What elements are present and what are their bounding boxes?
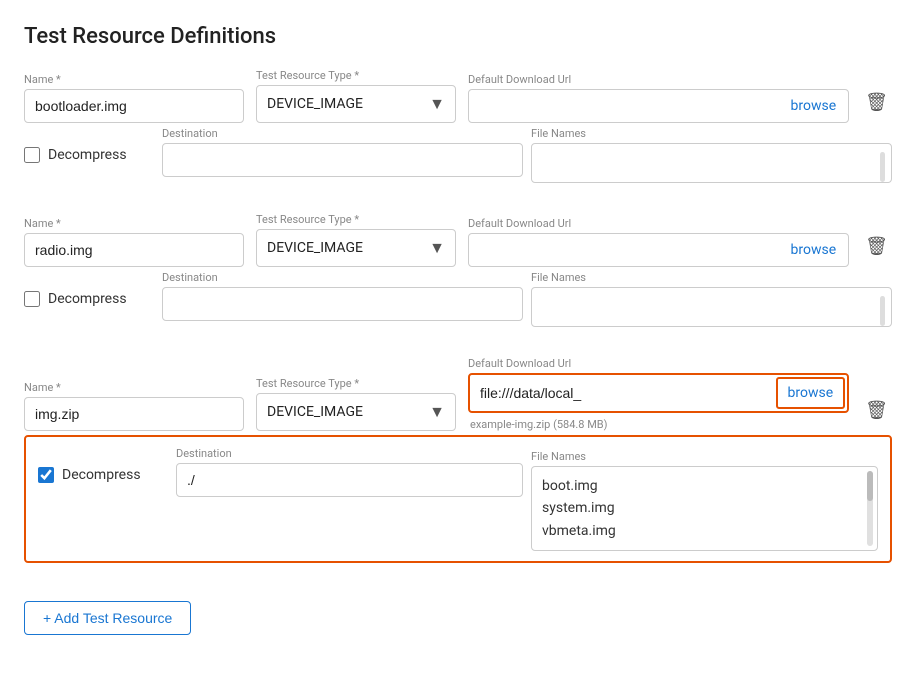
trash-icon: 🗑 <box>865 400 888 421</box>
delete-button-2[interactable]: 🗑 <box>861 228 892 265</box>
filenames-label-1: File Names <box>531 127 892 140</box>
filenames-content-3: boot.imgsystem.imgvbmeta.img <box>531 466 878 551</box>
destination-label-1: Destination <box>162 127 523 140</box>
decompress-row-3: Decompress Destination File Names boot.im… <box>24 435 892 563</box>
filenames-area-3: File Names boot.imgsystem.imgvbmeta.img <box>531 447 878 551</box>
decompress-checkbox-area-1: Decompress <box>24 147 154 163</box>
name-input-3[interactable] <box>24 397 244 431</box>
resource-section-1: Name * Test Resource Type * DEVICE_IMAGE… <box>24 69 892 205</box>
download-url-inner-1: browse <box>468 89 849 123</box>
name-label: Name * <box>24 381 244 394</box>
decompress-row-1: Decompress Destination File Names <box>24 127 892 187</box>
filename-item: system.img <box>542 497 859 519</box>
decompress-row-2: Decompress Destination File Names <box>24 271 892 331</box>
add-resource-button[interactable]: + Add Test Resource <box>24 601 191 635</box>
resource-type-field-3: Test Resource Type * DEVICE_IMAGE ▼ <box>256 377 456 431</box>
trash-icon: 🗑 <box>865 92 888 113</box>
decompress-label-3: Decompress <box>62 467 141 483</box>
download-url-label: Default Download Url <box>468 73 849 86</box>
filenames-label-3: File Names <box>531 450 878 463</box>
destination-area-2: Destination <box>162 271 523 321</box>
dropdown-arrow-icon: ▼ <box>429 94 445 114</box>
decompress-checkbox-area-3: Decompress <box>38 467 168 483</box>
destination-input-3[interactable] <box>176 463 523 497</box>
download-url-input-1[interactable] <box>469 90 779 122</box>
delete-button-1[interactable]: 🗑 <box>861 84 892 121</box>
file-hint-3: example-img.zip (584.8 MB) <box>470 418 849 431</box>
browse-link-2[interactable]: browse <box>779 234 849 266</box>
download-url-inner-3: browse <box>468 373 849 413</box>
filenames-scrollbar-3[interactable] <box>867 471 873 546</box>
filenames-empty-indicator-2 <box>880 296 885 326</box>
download-url-field-3: Default Download Url browse example-img.… <box>468 357 849 431</box>
filenames-scrollbar-thumb-3 <box>867 471 873 501</box>
decompress-checkbox-3[interactable] <box>38 467 54 483</box>
dropdown-arrow-icon: ▼ <box>429 402 445 422</box>
download-url-input-3[interactable] <box>470 377 774 409</box>
resource-type-field-1: Test Resource Type * DEVICE_IMAGE ▼ <box>256 69 456 123</box>
download-url-label: Default Download Url <box>468 357 849 370</box>
resource-type-label: Test Resource Type * <box>256 213 456 226</box>
filename-item: boot.img <box>542 475 859 497</box>
resource-type-value-3: DEVICE_IMAGE <box>267 404 363 420</box>
filenames-area-1: File Names <box>531 127 892 183</box>
filenames-content-1 <box>531 143 892 183</box>
decompress-row-inner-3: Decompress Destination File Names boot.im… <box>38 447 878 551</box>
filenames-label-2: File Names <box>531 271 892 284</box>
filenames-content-2 <box>531 287 892 327</box>
resource-type-select-2[interactable]: DEVICE_IMAGE ▼ <box>256 229 456 267</box>
name-field-1: Name * <box>24 73 244 123</box>
destination-label-2: Destination <box>162 271 523 284</box>
name-label: Name * <box>24 73 244 86</box>
name-input-1[interactable] <box>24 89 244 123</box>
name-field-3: Name * <box>24 381 244 431</box>
resource-type-label: Test Resource Type * <box>256 377 456 390</box>
filenames-area-2: File Names <box>531 271 892 327</box>
browse-link-3[interactable]: browse <box>776 377 846 409</box>
decompress-checkbox-1[interactable] <box>24 147 40 163</box>
filename-item: vbmeta.img <box>542 520 859 542</box>
download-url-label: Default Download Url <box>468 217 849 230</box>
resource-type-select-3[interactable]: DEVICE_IMAGE ▼ <box>256 393 456 431</box>
download-url-field-2: Default Download Url browse <box>468 217 849 267</box>
page-title: Test Resource Definitions <box>24 24 892 49</box>
name-field-2: Name * <box>24 217 244 267</box>
name-label: Name * <box>24 217 244 230</box>
destination-label-3: Destination <box>176 447 523 460</box>
filenames-empty-indicator-1 <box>880 152 885 182</box>
browse-link-1[interactable]: browse <box>779 90 849 122</box>
resource-section-3: Name * Test Resource Type * DEVICE_IMAGE… <box>24 357 892 581</box>
decompress-row-inner-1: Decompress Destination File Names <box>24 127 892 183</box>
name-input-2[interactable] <box>24 233 244 267</box>
destination-area-1: Destination <box>162 127 523 177</box>
decompress-label-1: Decompress <box>48 147 127 163</box>
trash-icon: 🗑 <box>865 236 888 257</box>
delete-button-3[interactable]: 🗑 <box>861 392 892 429</box>
resource-type-field-2: Test Resource Type * DEVICE_IMAGE ▼ <box>256 213 456 267</box>
destination-input-1[interactable] <box>162 143 523 177</box>
resource-type-select-1[interactable]: DEVICE_IMAGE ▼ <box>256 85 456 123</box>
resource-row-3: Name * Test Resource Type * DEVICE_IMAGE… <box>24 357 892 431</box>
resource-section-2: Name * Test Resource Type * DEVICE_IMAGE… <box>24 213 892 349</box>
download-url-input-2[interactable] <box>469 234 779 266</box>
dropdown-arrow-icon: ▼ <box>429 238 445 258</box>
destination-input-2[interactable] <box>162 287 523 321</box>
resource-type-value-2: DEVICE_IMAGE <box>267 240 363 256</box>
resources-container: Name * Test Resource Type * DEVICE_IMAGE… <box>24 69 892 581</box>
decompress-checkbox-area-2: Decompress <box>24 291 154 307</box>
resource-row-1: Name * Test Resource Type * DEVICE_IMAGE… <box>24 69 892 123</box>
resource-type-label: Test Resource Type * <box>256 69 456 82</box>
resource-row-2: Name * Test Resource Type * DEVICE_IMAGE… <box>24 213 892 267</box>
download-url-inner-2: browse <box>468 233 849 267</box>
destination-area-3: Destination <box>176 447 523 497</box>
decompress-checkbox-2[interactable] <box>24 291 40 307</box>
resource-type-value-1: DEVICE_IMAGE <box>267 96 363 112</box>
decompress-row-inner-2: Decompress Destination File Names <box>24 271 892 327</box>
decompress-label-2: Decompress <box>48 291 127 307</box>
download-url-field-1: Default Download Url browse <box>468 73 849 123</box>
